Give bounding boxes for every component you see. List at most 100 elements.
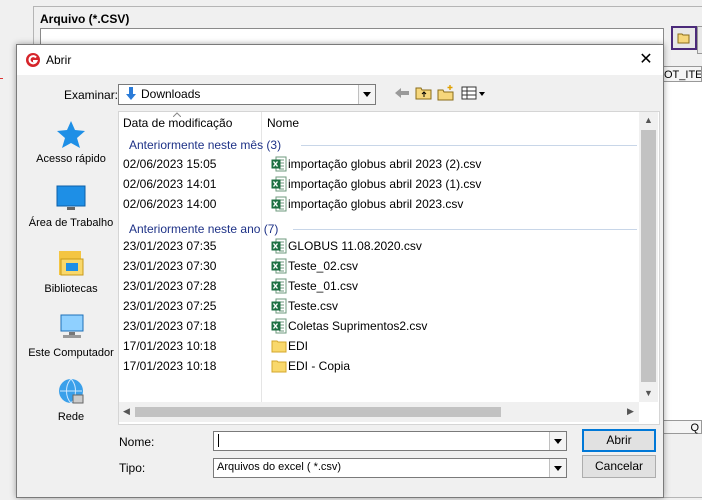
group-divider xyxy=(301,145,637,146)
network-icon xyxy=(59,378,84,404)
excel-file-icon xyxy=(271,278,287,294)
file-name: EDI xyxy=(288,339,309,353)
file-date: 23/01/2023 07:25 xyxy=(123,299,217,313)
computer-icon xyxy=(60,314,84,338)
excel-file-icon xyxy=(271,156,287,172)
vertical-scrollbar[interactable]: ▲ ▼ xyxy=(639,112,658,402)
new-folder-icon[interactable] xyxy=(437,85,455,101)
file-row[interactable]: 23/01/2023 07:25 Teste.csv xyxy=(119,296,639,316)
dialog-title: Abrir xyxy=(46,53,72,67)
file-row[interactable]: 23/01/2023 07:18 Coletas Suprimentos2.csv xyxy=(119,316,639,336)
filename-input[interactable] xyxy=(213,431,567,451)
place-label: Área de Trabalho xyxy=(28,217,114,229)
place-label: Este Computador xyxy=(28,347,114,359)
background-mark xyxy=(0,78,3,79)
place-libraries[interactable]: Bibliotecas xyxy=(25,249,117,296)
file-date: 23/01/2023 07:18 xyxy=(123,319,217,333)
file-name: GLOBUS 11.08.2020.csv xyxy=(288,239,422,253)
dialog-titlebar[interactable]: Abrir ✕ xyxy=(17,45,663,75)
column-header-name[interactable]: Nome xyxy=(267,112,299,134)
open-file-dialog: Abrir ✕ Examinar: Downloads Acesso rápid… xyxy=(16,44,664,498)
desktop-icon xyxy=(56,185,86,210)
chevron-down-icon[interactable] xyxy=(549,432,566,450)
file-row[interactable]: 23/01/2023 07:30 Teste_02.csv xyxy=(119,256,639,276)
group-header-this-year[interactable]: Anteriormente neste ano (7) xyxy=(129,222,278,236)
download-arrow-icon xyxy=(126,87,136,100)
excel-file-icon xyxy=(271,196,287,212)
file-name: Teste_01.csv xyxy=(288,279,359,293)
file-date: 23/01/2023 07:30 xyxy=(123,259,217,273)
chevron-down-icon[interactable] xyxy=(358,85,375,104)
file-row[interactable]: 02/06/2023 14:00 importação globus abril … xyxy=(119,194,639,214)
background-grid xyxy=(660,82,702,422)
sort-caret-icon xyxy=(173,112,181,117)
filetype-value: Arquivos do excel ( *.csv) xyxy=(217,461,342,473)
csv-field-label: Arquivo (*.CSV) xyxy=(40,12,130,26)
group-header-this-month[interactable]: Anteriormente neste mês (3) xyxy=(129,138,281,152)
place-label: Bibliotecas xyxy=(44,283,98,295)
file-date: 23/01/2023 07:35 xyxy=(123,239,217,253)
file-row[interactable]: 23/01/2023 07:28 Teste_01.csv xyxy=(119,276,639,296)
file-name: EDI - Copia xyxy=(288,359,351,373)
text-caret xyxy=(218,434,219,447)
folder-icon xyxy=(271,340,287,353)
folder-row[interactable]: 17/01/2023 10:18 EDI - Copia xyxy=(119,356,639,376)
grid-footer-cell: Q xyxy=(660,420,702,434)
horizontal-scroll-thumb[interactable] xyxy=(135,407,501,417)
libraries-icon xyxy=(59,251,84,276)
file-date: 02/06/2023 14:00 xyxy=(123,197,217,211)
file-name: importação globus abril 2023.csv xyxy=(288,197,464,211)
grid-column-header[interactable]: OT_ITE xyxy=(660,66,702,82)
look-in-label: Examinar: xyxy=(64,88,119,102)
open-button[interactable]: Abrir xyxy=(582,429,656,452)
file-name: Teste_02.csv xyxy=(288,259,359,273)
file-list[interactable]: Data de modificação Nome Anteriormente n… xyxy=(118,111,660,425)
up-folder-icon[interactable] xyxy=(415,85,433,101)
excel-file-icon xyxy=(271,258,287,274)
place-network[interactable]: Rede xyxy=(25,377,117,424)
group-divider xyxy=(293,229,637,230)
file-date: 17/01/2023 10:18 xyxy=(123,359,217,373)
folder-open-icon xyxy=(677,33,690,44)
scroll-left-icon[interactable]: ◀ xyxy=(123,406,130,417)
file-name: importação globus abril 2023 (1).csv xyxy=(288,177,482,191)
file-date: 17/01/2023 10:18 xyxy=(123,339,217,353)
file-date: 02/06/2023 14:01 xyxy=(123,177,217,191)
open-folder-button[interactable] xyxy=(671,26,697,50)
filetype-select[interactable]: Arquivos do excel ( *.csv) xyxy=(213,458,567,478)
filename-label: Nome: xyxy=(119,435,155,449)
cancel-button[interactable]: Cancelar xyxy=(582,455,656,478)
file-row[interactable]: 02/06/2023 15:05 importação globus abril … xyxy=(119,154,639,174)
place-this-computer[interactable]: Este Computador xyxy=(25,313,117,360)
file-name: Coletas Suprimentos2.csv xyxy=(288,319,428,333)
file-name: Teste.csv xyxy=(288,299,339,313)
file-row[interactable]: 02/06/2023 14:01 importação globus abril … xyxy=(119,174,639,194)
place-label: Rede xyxy=(57,411,85,423)
places-bar: Acesso rápido Área de Trabalho Bibliotec… xyxy=(25,111,117,431)
file-row[interactable]: 23/01/2023 07:35 GLOBUS 11.08.2020.csv xyxy=(119,236,639,256)
chevron-down-icon[interactable] xyxy=(549,459,566,477)
look-in-dropdown[interactable]: Downloads xyxy=(118,84,376,105)
file-date: 23/01/2023 07:28 xyxy=(123,279,217,293)
place-label: Acesso rápido xyxy=(36,153,106,165)
folder-row[interactable]: 17/01/2023 10:18 EDI xyxy=(119,336,639,356)
look-in-value: Downloads xyxy=(141,87,201,101)
file-name: importação globus abril 2023 (2).csv xyxy=(288,157,482,171)
scroll-right-icon[interactable]: ▶ xyxy=(627,406,634,417)
excel-file-icon xyxy=(271,298,287,314)
place-quick-access[interactable]: Acesso rápido xyxy=(25,119,117,166)
app-logo-icon xyxy=(26,53,40,67)
view-menu-icon[interactable] xyxy=(461,85,487,101)
horizontal-scrollbar[interactable]: ◀ ▶ xyxy=(119,402,639,422)
close-button[interactable]: ✕ xyxy=(633,49,659,71)
place-desktop[interactable]: Área de Trabalho xyxy=(25,183,117,230)
star-icon xyxy=(57,121,85,148)
back-arrow-icon[interactable] xyxy=(393,85,411,101)
filetype-label: Tipo: xyxy=(119,461,146,475)
excel-file-icon xyxy=(271,238,287,254)
scroll-up-icon[interactable]: ▲ xyxy=(644,115,653,125)
scroll-down-icon[interactable]: ▼ xyxy=(644,388,653,398)
background-side-button[interactable] xyxy=(697,26,702,54)
vertical-scroll-thumb[interactable] xyxy=(641,130,656,382)
file-date: 02/06/2023 15:05 xyxy=(123,157,217,171)
